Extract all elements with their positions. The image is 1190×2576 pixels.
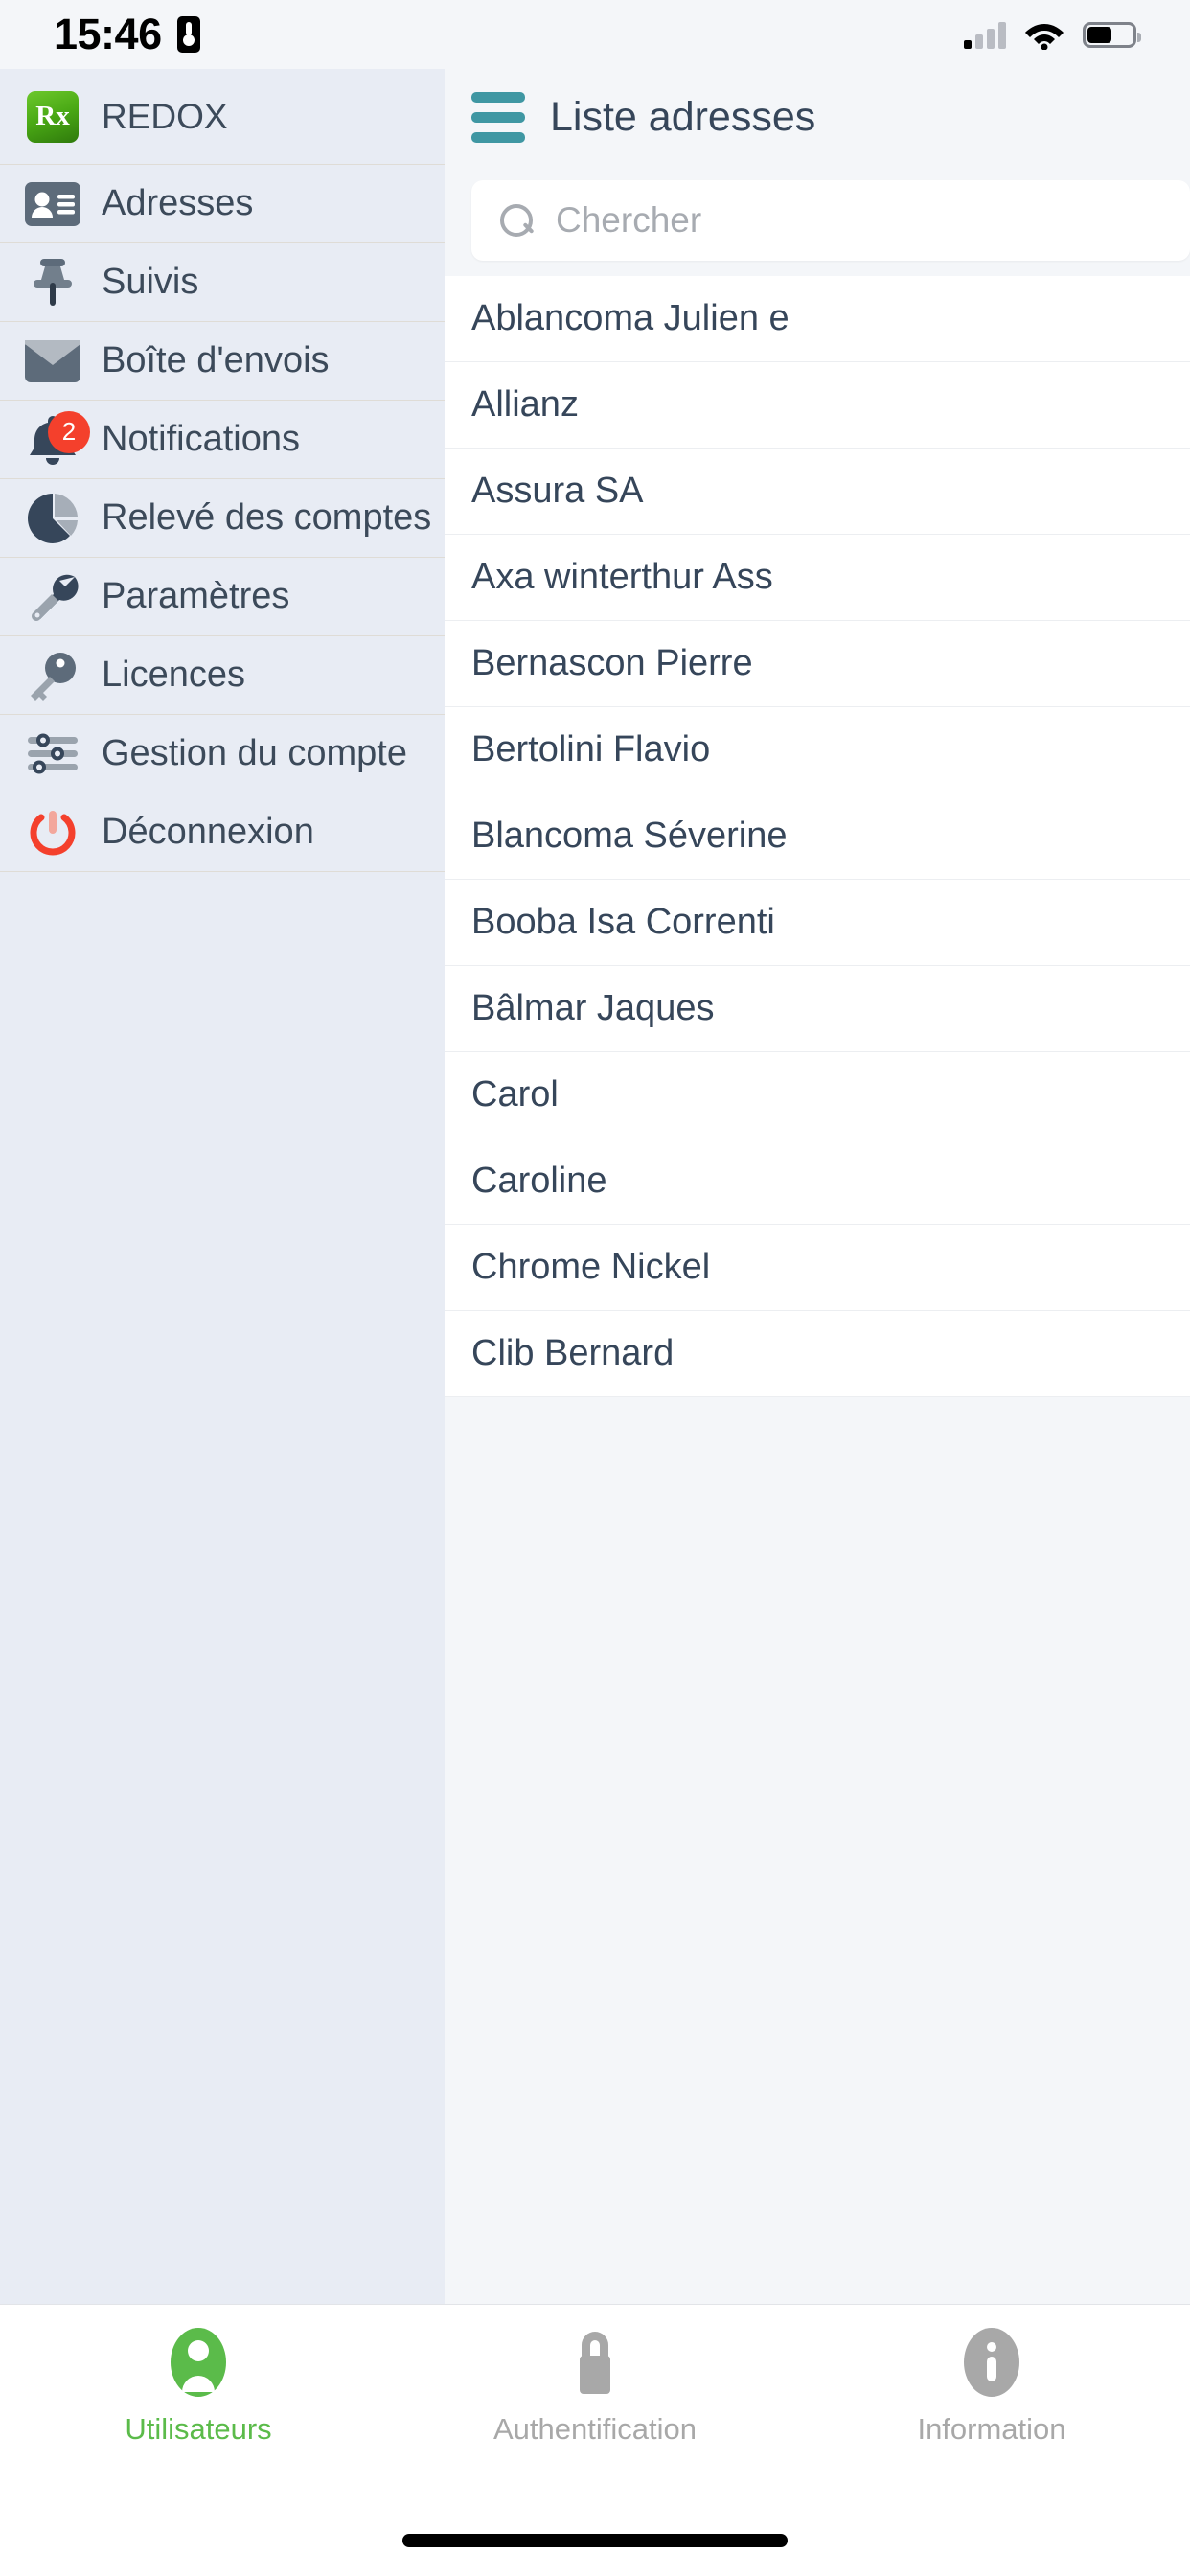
list-item[interactable]: Axa winterthur Ass: [445, 535, 1190, 621]
sidebar-item-label: Paramètres: [102, 576, 290, 616]
sidebar-item-label: Notifications: [102, 419, 300, 459]
sidebar-item-label: Adresses: [102, 183, 254, 223]
info-icon: [964, 2328, 1019, 2397]
sidebar-item-releve-des-comptes[interactable]: Relevé des comptes: [0, 479, 445, 558]
rx-logo-icon: Rx: [23, 90, 82, 143]
wifi-icon: [1025, 24, 1064, 50]
sidebar-item-label: Relevé des comptes: [102, 497, 432, 538]
body-area: Rx REDOX Adresses Suivis Boîte d'envois …: [0, 69, 1190, 2304]
power-icon: [23, 808, 82, 858]
list-item[interactable]: Caroline: [445, 1138, 1190, 1225]
list-item[interactable]: Bertolini Flavio: [445, 707, 1190, 794]
list-item[interactable]: Clib Bernard: [445, 1311, 1190, 1397]
brand-label: REDOX: [102, 96, 228, 136]
sidebar-drawer: Rx REDOX Adresses Suivis Boîte d'envois …: [0, 69, 445, 2304]
bottom-tab-bar: Utilisateurs Authentification Informatio…: [0, 2304, 1190, 2576]
search-bar-wrapper: Chercher: [445, 165, 1190, 276]
sliders-icon: [23, 730, 82, 778]
lock-icon: [580, 2332, 610, 2394]
pie-chart-icon: [23, 493, 82, 544]
list-item[interactable]: Assura SA: [445, 448, 1190, 535]
sidebar-item-label: Boîte d'envois: [102, 340, 330, 380]
lock-portrait-icon: [176, 16, 200, 53]
list-item[interactable]: Allianz: [445, 362, 1190, 448]
rx-logo-mark: Rx: [27, 90, 79, 143]
hamburger-menu-icon[interactable]: [471, 91, 525, 143]
status-bar: 15:46: [0, 0, 1190, 69]
home-indicator: [402, 2534, 788, 2547]
tab-utilisateurs[interactable]: Utilisateurs: [0, 2326, 397, 2487]
list-item[interactable]: Ablancoma Julien e: [445, 276, 1190, 362]
tab-information[interactable]: Information: [793, 2326, 1190, 2487]
tab-label: Authentification: [493, 2412, 697, 2446]
sidebar-item-notifications[interactable]: 2 Notifications: [0, 401, 445, 479]
sidebar-item-adresses[interactable]: Adresses: [0, 165, 445, 243]
sidebar-item-suivis[interactable]: Suivis: [0, 243, 445, 322]
notification-badge: 2: [48, 410, 90, 453]
sidebar-item-deconnexion[interactable]: Déconnexion: [0, 794, 445, 872]
person-icon: [171, 2328, 226, 2397]
tab-label: Utilisateurs: [125, 2412, 272, 2446]
contact-card-icon: [23, 181, 82, 226]
cellular-signal-icon: [964, 20, 1006, 49]
key-icon: [23, 650, 82, 702]
tab-label: Information: [917, 2412, 1066, 2446]
sidebar-item-label: Gestion du compte: [102, 733, 407, 773]
battery-icon: [1083, 21, 1141, 48]
tab-authentification[interactable]: Authentification: [397, 2326, 793, 2487]
wrench-icon: [23, 571, 82, 623]
search-input[interactable]: Chercher: [471, 180, 1190, 261]
list-item[interactable]: Blancoma Séverine: [445, 794, 1190, 880]
address-list: Ablancoma Julien e Allianz Assura SA Axa…: [445, 276, 1190, 1397]
status-bar-left: 15:46: [54, 10, 202, 59]
search-placeholder: Chercher: [556, 200, 702, 240]
bell-icon: 2: [23, 410, 90, 467]
content-pane: Liste adresses Chercher Ablancoma Julien…: [445, 69, 1190, 2304]
list-item[interactable]: Bâlmar Jaques: [445, 966, 1190, 1052]
envelope-icon: [23, 339, 82, 382]
sidebar-item-label: Suivis: [102, 262, 199, 302]
sidebar-item-boite-denvois[interactable]: Boîte d'envois: [0, 322, 445, 401]
sidebar-item-parametres[interactable]: Paramètres: [0, 558, 445, 636]
content-topbar: Liste adresses: [445, 69, 1190, 165]
list-item[interactable]: Carol: [445, 1052, 1190, 1138]
tab-list: Utilisateurs Authentification Informatio…: [0, 2305, 1190, 2487]
sidebar-item-label: Licences: [102, 655, 245, 695]
sidebar-item-gestion-du-compte[interactable]: Gestion du compte: [0, 715, 445, 794]
sidebar-item-licences[interactable]: Licences: [0, 636, 445, 715]
status-time: 15:46: [54, 10, 162, 58]
list-item[interactable]: Booba Isa Correnti: [445, 880, 1190, 966]
search-icon: [500, 204, 533, 237]
list-item[interactable]: Bernascon Pierre: [445, 621, 1190, 707]
sidebar-item-brand[interactable]: Rx REDOX: [0, 69, 445, 165]
sidebar-item-label: Déconnexion: [102, 812, 314, 852]
page-title: Liste adresses: [550, 93, 816, 140]
app-root: 15:46 Rx REDOX Adresses Suivis Boîte d'e…: [0, 0, 1190, 2576]
status-bar-right: [964, 19, 1141, 50]
list-item[interactable]: Chrome Nickel: [445, 1225, 1190, 1311]
pushpin-icon: [23, 256, 82, 310]
